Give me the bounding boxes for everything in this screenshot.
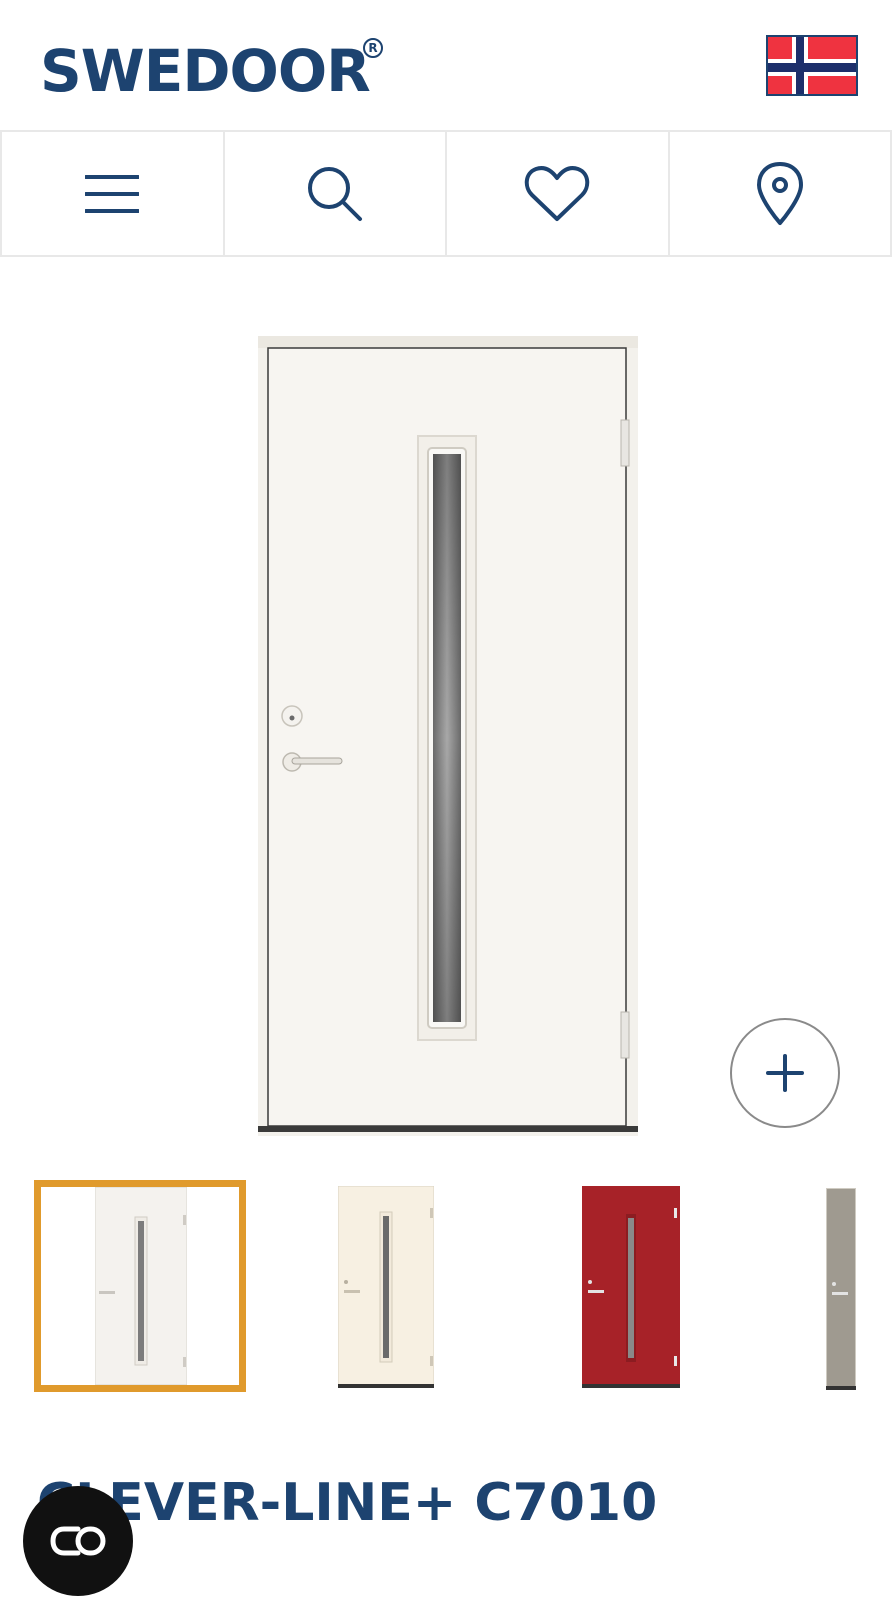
chat-icon — [50, 1526, 106, 1556]
color-thumbnail-carousel[interactable] — [0, 1180, 892, 1395]
search-icon — [307, 166, 362, 221]
plus-icon — [766, 1054, 804, 1092]
icon-navigation-bar — [0, 130, 892, 257]
swedoor-logo[interactable]: SWEDOOR — [40, 36, 371, 106]
site-header: SWEDOOR R — [0, 0, 892, 130]
thumbnail-cream[interactable] — [286, 1180, 498, 1392]
menu-button[interactable] — [0, 132, 223, 255]
chat-button[interactable] — [23, 1486, 133, 1596]
thumbnail-white[interactable] — [34, 1180, 246, 1392]
thumbnail-red[interactable] — [530, 1180, 742, 1392]
product-main-image[interactable] — [258, 336, 638, 1136]
store-locator-button[interactable] — [667, 132, 892, 255]
registered-trademark-mark: R — [363, 38, 383, 58]
location-pin-icon — [756, 161, 803, 225]
menu-icon — [85, 174, 140, 213]
norway-flag-icon[interactable] — [766, 35, 858, 96]
search-button[interactable] — [222, 132, 446, 255]
thumbnail-grey[interactable] — [774, 1180, 892, 1392]
favorites-button[interactable] — [445, 132, 668, 255]
heart-icon — [525, 165, 590, 221]
zoom-button[interactable] — [730, 1018, 840, 1128]
